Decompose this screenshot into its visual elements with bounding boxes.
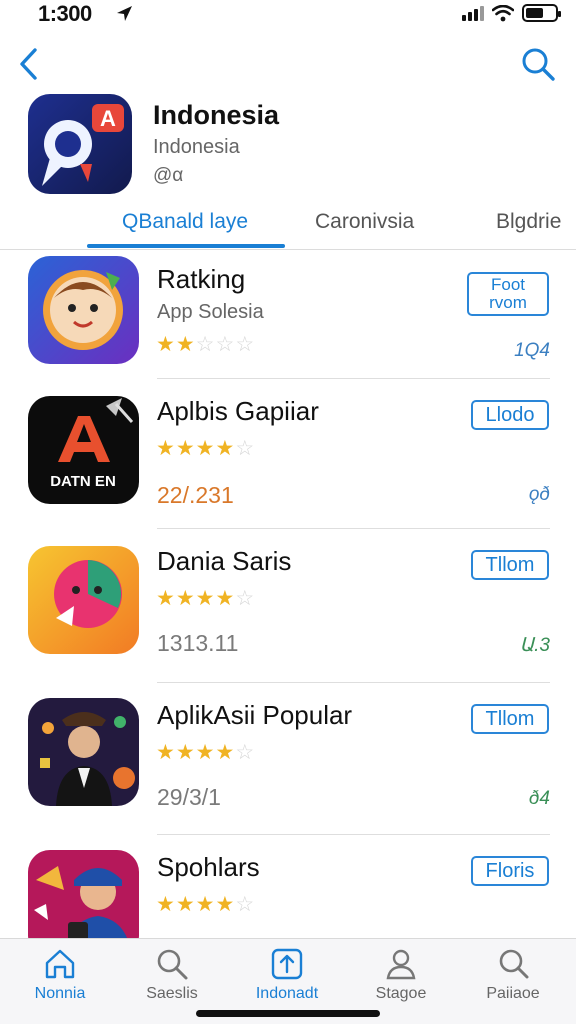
star-rating: ★ ★ ★ ★ ☆ bbox=[156, 438, 254, 459]
row-divider bbox=[157, 528, 550, 529]
star-icon: ★ bbox=[156, 741, 175, 764]
page-meta: @α bbox=[153, 165, 184, 186]
get-button[interactable]: Tllom bbox=[471, 550, 549, 580]
star-icon: ☆ bbox=[215, 333, 235, 356]
app-name: Ratking bbox=[157, 264, 246, 294]
app-count: 29/3/1 bbox=[157, 784, 221, 810]
star-icon: ★ bbox=[215, 893, 235, 916]
svg-text:DATN EN: DATN EN bbox=[50, 473, 116, 490]
page-subtitle: Indonesia bbox=[153, 136, 240, 158]
star-rating: ★ ★ ★ ★ ☆ bbox=[156, 894, 254, 915]
battery-icon bbox=[522, 4, 561, 22]
star-icon: ☆ bbox=[235, 741, 255, 764]
tab-bar-item-explore[interactable]: Paiiaoe bbox=[463, 947, 563, 1003]
status-bar: 1:300 bbox=[0, 0, 576, 30]
list-item[interactable]: Ratking App Solesia ★ ★ ☆ ☆ ☆ Foot rvom 1Q4 bbox=[0, 250, 576, 390]
star-icon: ★ bbox=[195, 741, 215, 764]
star-icon: ☆ bbox=[195, 333, 215, 356]
search-icon bbox=[522, 48, 555, 81]
location-arrow-icon bbox=[117, 6, 132, 21]
star-icon: ★ bbox=[156, 587, 175, 610]
app-meta: ð4 bbox=[528, 788, 550, 809]
star-icon: ★ bbox=[156, 437, 175, 460]
list-item[interactable]: Dania Saris ★ ★ ★ ★ ☆ 1313.11 Tllom Ա.3 bbox=[0, 544, 576, 684]
wifi-icon bbox=[492, 4, 514, 21]
star-icon: ★ bbox=[175, 437, 195, 460]
home-icon bbox=[45, 949, 75, 979]
search-icon bbox=[157, 949, 188, 980]
star-icon: ☆ bbox=[235, 587, 255, 610]
star-icon: ★ bbox=[195, 587, 215, 610]
app-count: 22/.231 bbox=[157, 482, 234, 508]
star-icon: ★ bbox=[195, 893, 215, 916]
app-name: Spohlars bbox=[157, 852, 260, 882]
tab-bar-item-upload[interactable]: Indonadt bbox=[237, 947, 337, 1003]
app-thumbnail[interactable] bbox=[28, 698, 139, 806]
tab-bar-label: Nonnia bbox=[34, 985, 86, 1002]
star-icon: ★ bbox=[175, 587, 195, 610]
star-rating: ★ ★ ☆ ☆ ☆ bbox=[156, 334, 254, 355]
star-icon: ★ bbox=[175, 893, 195, 916]
star-icon: ★ bbox=[175, 741, 195, 764]
star-icon: ★ bbox=[215, 741, 235, 764]
upload-icon bbox=[271, 948, 303, 980]
star-icon: ☆ bbox=[235, 333, 255, 356]
list-item[interactable]: DATN EN Aplbis Gapiiar ★ ★ ★ ★ ☆ 22/.231 Llodo ǫð bbox=[0, 394, 576, 534]
app-icon-letter: A bbox=[100, 106, 116, 131]
tab-bar-item-search[interactable]: Saeslis bbox=[122, 947, 222, 1003]
star-icon: ★ bbox=[215, 587, 235, 610]
get-button[interactable]: Foot rvom bbox=[467, 272, 549, 316]
app-name: Aplbis Gapiiar bbox=[157, 396, 319, 426]
tab-third[interactable]: Blgdrie bbox=[496, 210, 561, 234]
page-title: Indonesia bbox=[153, 100, 280, 130]
tab-bar-label: Indonadt bbox=[255, 985, 319, 1002]
tab-bar-label: Stagoe bbox=[375, 985, 427, 1002]
magnifier-icon bbox=[499, 949, 529, 979]
star-rating: ★ ★ ★ ★ ☆ bbox=[156, 588, 254, 609]
back-button[interactable] bbox=[18, 44, 50, 84]
get-button[interactable]: Llodo bbox=[471, 400, 549, 430]
star-icon: ☆ bbox=[235, 893, 255, 916]
list-item[interactable]: AplikAsii Popular ★ ★ ★ ★ ☆ 29/3/1 Tllom ð4 bbox=[0, 698, 576, 838]
signal-icon bbox=[462, 5, 484, 21]
app-subtitle: App Solesia bbox=[157, 301, 264, 323]
star-rating: ★ ★ ★ ★ ☆ bbox=[156, 742, 254, 763]
tab-bar-item-home[interactable]: Nonnia bbox=[10, 947, 110, 1003]
app-icon: A bbox=[28, 94, 132, 194]
chevron-left-icon bbox=[20, 48, 37, 80]
home-indicator bbox=[196, 1010, 380, 1017]
tab-bar-label: Saeslis bbox=[146, 985, 198, 1002]
app-meta: Ա.3 bbox=[519, 635, 550, 656]
person-icon bbox=[386, 949, 416, 980]
get-button[interactable]: Tllom bbox=[471, 704, 549, 734]
app-meta: ǫð bbox=[528, 484, 550, 505]
app-count: 1313.11 bbox=[157, 630, 239, 656]
app-thumbnail[interactable] bbox=[28, 546, 139, 654]
row-divider bbox=[157, 378, 550, 379]
star-icon: ☆ bbox=[235, 437, 255, 460]
tab-first[interactable]: QBanald laye bbox=[122, 210, 248, 234]
status-time: 1:300 bbox=[38, 1, 92, 26]
app-thumbnail[interactable]: DATN EN bbox=[28, 396, 139, 504]
star-icon: ★ bbox=[175, 333, 195, 356]
row-divider bbox=[157, 834, 550, 835]
app-name: Dania Saris bbox=[157, 546, 292, 576]
app-meta: 1Q4 bbox=[514, 340, 550, 361]
star-icon: ★ bbox=[156, 333, 175, 356]
tab-second[interactable]: Caronivsia bbox=[315, 210, 414, 234]
tab-bar-item-profile[interactable]: Stagoe bbox=[351, 947, 451, 1003]
star-icon: ★ bbox=[156, 893, 175, 916]
app-name: AplikAsii Popular bbox=[157, 700, 353, 730]
get-button[interactable]: Floris bbox=[471, 856, 549, 886]
app-thumbnail[interactable] bbox=[28, 256, 139, 364]
segment-tabs: QBanald laye Caronivsia Blgdrie bbox=[0, 200, 576, 250]
tab-indicator bbox=[87, 244, 285, 248]
star-icon: ★ bbox=[195, 437, 215, 460]
tab-bar-label: Paiiaoe bbox=[486, 985, 540, 1002]
search-button[interactable] bbox=[520, 46, 556, 82]
row-divider bbox=[157, 682, 550, 683]
star-icon: ★ bbox=[215, 437, 235, 460]
